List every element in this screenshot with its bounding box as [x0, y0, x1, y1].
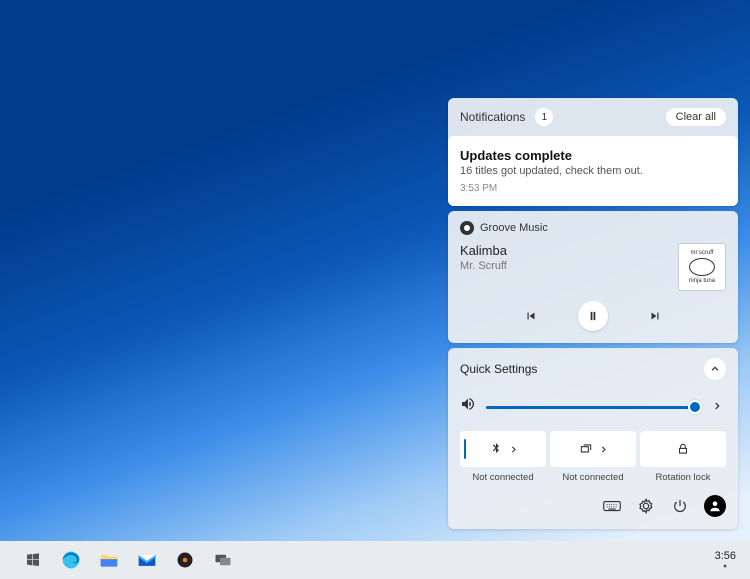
chevron-right-icon — [509, 445, 518, 454]
album-art-text-bottom: ninja tuna — [689, 278, 715, 284]
notifications-header: Notifications 1 Clear all — [448, 98, 738, 136]
notification-body-text: 16 titles got updated, check them out. — [460, 165, 726, 177]
mail-icon — [137, 551, 157, 569]
volume-row — [460, 396, 726, 417]
bluetooth-icon — [489, 442, 503, 456]
settings-button[interactable] — [636, 496, 656, 516]
system-tray[interactable]: 3:56 — [709, 550, 750, 570]
power-button[interactable] — [670, 496, 690, 516]
skip-next-icon — [648, 309, 662, 323]
quick-settings-footer — [460, 495, 726, 517]
rotation-lock-tile[interactable] — [640, 431, 726, 467]
tray-overflow-icon — [721, 562, 729, 570]
groove-music-icon — [460, 221, 474, 235]
volume-flyout-button[interactable] — [712, 398, 726, 416]
collapse-button[interactable] — [704, 358, 726, 380]
bluetooth-tile[interactable] — [460, 431, 546, 467]
media-track-artist: Mr. Scruff — [460, 260, 507, 272]
quick-settings-card: Quick Settings — [448, 348, 738, 529]
groove-music-taskbar-button[interactable] — [170, 545, 200, 575]
notifications-card: Notifications 1 Clear all Updates comple… — [448, 98, 738, 206]
quick-settings-header: Quick Settings — [460, 358, 726, 380]
skip-previous-icon — [524, 309, 538, 323]
keyboard-icon — [603, 499, 621, 513]
quick-settings-title: Quick Settings — [460, 362, 537, 376]
album-art-text-top: mr.scruff — [691, 250, 714, 256]
notification-title: Updates complete — [460, 148, 726, 163]
media-playback-card: Groove Music Kalimba Mr. Scruff mr.scruf… — [448, 211, 738, 343]
power-icon — [672, 498, 688, 514]
task-view-icon — [214, 553, 232, 567]
album-art: mr.scruff ninja tuna — [678, 243, 726, 291]
chevron-right-icon — [712, 401, 722, 411]
project-tile-label: Not connected — [562, 472, 623, 483]
rotation-lock-icon — [676, 442, 690, 456]
project-icon — [579, 442, 593, 456]
play-pause-button[interactable] — [578, 301, 608, 331]
gear-icon — [638, 498, 654, 514]
clear-all-button[interactable]: Clear all — [666, 108, 726, 126]
action-center-panel: Notifications 1 Clear all Updates comple… — [448, 98, 738, 529]
volume-slider[interactable] — [486, 399, 702, 415]
start-button[interactable] — [18, 545, 48, 575]
windows-icon — [25, 552, 41, 568]
next-track-button[interactable] — [640, 301, 670, 331]
notification-timestamp: 3:53 PM — [460, 183, 726, 194]
media-track-info: Kalimba Mr. Scruff — [460, 243, 507, 291]
notification-item[interactable]: Updates complete 16 titles got updated, … — [448, 136, 738, 206]
notifications-count-badge: 1 — [535, 108, 553, 126]
file-explorer-taskbar-button[interactable] — [94, 545, 124, 575]
user-avatar[interactable] — [704, 495, 726, 517]
notifications-title: Notifications — [460, 110, 525, 124]
edge-icon — [61, 550, 81, 570]
rotation-lock-tile-label: Rotation lock — [656, 472, 711, 483]
desktop: Notifications 1 Clear all Updates comple… — [0, 0, 750, 579]
project-tile[interactable] — [550, 431, 636, 467]
media-app-name: Groove Music — [480, 222, 548, 234]
media-controls — [460, 301, 726, 331]
volume-icon[interactable] — [460, 396, 476, 417]
media-app-header: Groove Music — [460, 221, 726, 235]
taskbar: 3:56 — [0, 541, 750, 579]
mail-taskbar-button[interactable] — [132, 545, 162, 575]
user-icon — [708, 499, 722, 513]
folder-icon — [99, 551, 119, 569]
pause-icon — [586, 309, 600, 323]
bluetooth-tile-label: Not connected — [472, 472, 533, 483]
media-track-title: Kalimba — [460, 243, 507, 258]
chevron-up-icon — [710, 364, 720, 374]
keyboard-button[interactable] — [602, 496, 622, 516]
music-app-icon — [176, 551, 194, 569]
task-view-button[interactable] — [208, 545, 238, 575]
chevron-right-icon — [599, 445, 608, 454]
edge-taskbar-button[interactable] — [56, 545, 86, 575]
taskbar-clock: 3:56 — [715, 550, 736, 562]
previous-track-button[interactable] — [516, 301, 546, 331]
quick-settings-tiles: Not connected Not connected Rotation loc… — [460, 431, 726, 483]
